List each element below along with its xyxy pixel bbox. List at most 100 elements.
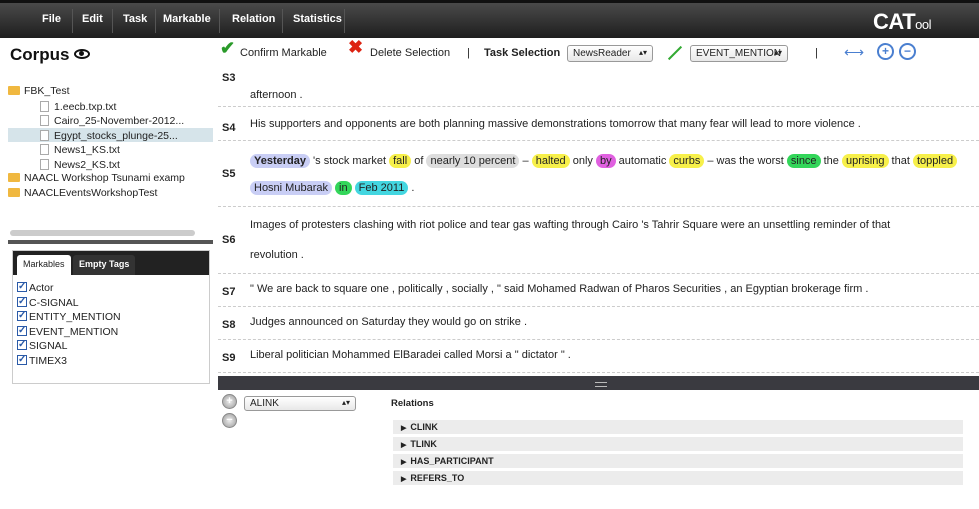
remove-relation-icon[interactable]: − [222,413,237,428]
tree-horizontal-scrollbar[interactable] [10,230,195,236]
sentence-id: S3 [222,72,236,84]
zoom-out-icon[interactable]: − [899,43,916,60]
annotated-token[interactable]: halted [531,154,570,168]
sentence-text[interactable]: Images of protesters clashing with riot … [250,212,971,238]
horizontal-splitter[interactable] [218,376,979,390]
tree-file-selected[interactable]: Egypt_stocks_plunge-25... [8,127,213,142]
sentence-id: S7 [222,286,236,298]
annotated-token[interactable]: in [335,181,352,195]
plain-text: 's stock market [309,155,390,167]
checkbox[interactable] [17,309,27,324]
annotated-token[interactable]: by [595,154,616,168]
relation-group-has-participant[interactable]: ▶ HAS_PARTICIPANT [393,454,963,468]
markable-item[interactable]: TIMEX3 [17,353,209,369]
tree-file[interactable]: News1_KS.txt [8,142,213,157]
tree-file[interactable]: 1.eecb.txp.txt [8,99,213,114]
tree-folder[interactable]: NAACL Workshop Tsunami examp [8,171,213,186]
expand-triangle-icon: ▶ [401,442,407,449]
checkbox[interactable] [17,338,27,353]
menu-separator [112,9,113,33]
tree-folder[interactable]: NAACLEventsWorkshopTest [8,186,213,201]
plain-text: – was the worst [704,155,787,167]
expand-triangle-icon: ▶ [401,459,407,466]
sentence-id: S8 [222,319,236,331]
annotated-token[interactable]: fall [389,154,412,168]
tree-file[interactable]: Cairo_25-November-2012... [8,113,213,128]
annotated-token[interactable]: toppled [912,154,958,168]
relation-group-refers-to[interactable]: ▶ REFERS_TO [393,471,963,485]
left-panel: FBK_Test 1.eecb.txp.txt Cairo_25-Novembe… [0,70,215,509]
tree-folder-fbk-test[interactable]: FBK_Test [8,84,213,99]
menu-file[interactable]: File [42,13,61,25]
checkbox[interactable] [17,280,27,295]
menu-edit[interactable]: Edit [82,13,103,25]
expand-triangle-icon: ▶ [401,476,407,483]
menu-relation[interactable]: Relation [232,13,275,25]
zoom-in-icon[interactable]: + [877,43,894,60]
checkbox[interactable] [17,353,27,367]
relation-type-select[interactable]: ALINK ▴▾ [244,396,356,411]
markable-item[interactable]: SIGNAL [17,338,209,354]
tree-file[interactable]: News2_KS.txt [8,157,213,172]
sentence-text[interactable]: afternoon . [250,82,971,108]
relation-group-clink[interactable]: ▶ CLINK [393,420,963,434]
confirm-markable-button[interactable]: Confirm Markable [240,47,327,59]
checkbox[interactable] [17,295,27,309]
annotated-token[interactable]: Yesterday [250,154,310,168]
markable-item[interactable]: Actor [17,280,209,296]
tree-label: 1.eecb.txp.txt [54,100,117,113]
corpus-tree: FBK_Test 1.eecb.txp.txt Cairo_25-Novembe… [8,84,213,200]
relation-group-label: CLINK [410,422,438,432]
delete-x-icon[interactable]: ✖ [348,37,363,58]
menu-task[interactable]: Task [123,13,147,25]
left-panel-splitter[interactable] [8,240,213,244]
folder-icon [8,173,20,182]
menu-markable[interactable]: Markable [163,13,211,25]
sentence-text[interactable]: " We are back to square one , politicall… [250,276,971,302]
task-selection-label: Task Selection [484,47,561,59]
sentence-id: S5 [222,168,236,180]
relation-group-tlink[interactable]: ▶ TLINK [393,437,963,451]
app-logo: CATool [873,9,931,35]
task-select[interactable]: NewsReader ▴▾ [567,45,653,62]
checkbox[interactable] [17,324,27,338]
file-icon [40,115,49,126]
markable-item[interactable]: ENTITY_MENTION [17,309,209,325]
corpus-title-text: Corpus [10,45,70,64]
file-icon [40,100,49,112]
sentence-text[interactable]: Judges announced on Saturday they would … [250,309,971,335]
menu-separator [282,9,283,33]
tree-label: News1_KS.txt [54,144,120,156]
sentence-id: S6 [222,234,236,246]
annotated-sentence-line[interactable]: Hosni Mubarak in Feb 2011 . [250,175,971,201]
menubar: File Edit Task Markable Relation Statist… [0,0,979,38]
annotated-token[interactable]: curbs [669,154,705,168]
markable-type-select[interactable]: EVENT_MENTION ▴▾ [690,45,788,62]
check-icon[interactable]: ✔ [220,38,235,59]
expand-horizontal-icon[interactable]: ⟷ [844,44,864,61]
delete-selection-button[interactable]: Delete Selection [370,47,450,59]
annotated-token[interactable]: Hosni Mubarak [250,181,332,195]
annotated-token[interactable]: nearly 10 percent [426,154,520,168]
tab-empty-tags[interactable]: Empty Tags [73,255,136,275]
annotated-token[interactable]: uprising [841,154,889,168]
tree-label: Cairo_25-November-2012... [54,115,185,127]
select-arrows-icon: ▴▾ [341,398,350,407]
markable-item[interactable]: EVENT_MENTION [17,324,209,340]
add-relation-icon[interactable]: + [222,394,237,409]
sentence-text[interactable]: His supporters and opponents are both pl… [250,111,971,137]
toolbar: ✔ Confirm Markable ✖ Delete Selection | … [218,37,979,68]
sentence-id: S4 [222,122,236,134]
sentence-s3: S3 afternoon . [218,70,979,107]
annotated-token[interactable]: Feb 2011 [354,181,409,195]
menu-statistics[interactable]: Statistics [293,13,342,25]
annotated-token[interactable]: since [786,154,821,168]
eye-icon[interactable] [73,49,90,59]
tab-markables[interactable]: Markables [17,255,71,275]
annotated-sentence-line[interactable]: Yesterday 's stock market fall of nearly… [250,148,971,174]
markable-item[interactable]: C-SIGNAL [17,295,209,311]
sentence-text[interactable]: revolution . [250,242,971,268]
plain-text: automatic [615,155,670,167]
pencil-icon[interactable] [667,45,683,61]
sentence-text[interactable]: Liberal politician Mohammed ElBaradei ca… [250,342,971,368]
